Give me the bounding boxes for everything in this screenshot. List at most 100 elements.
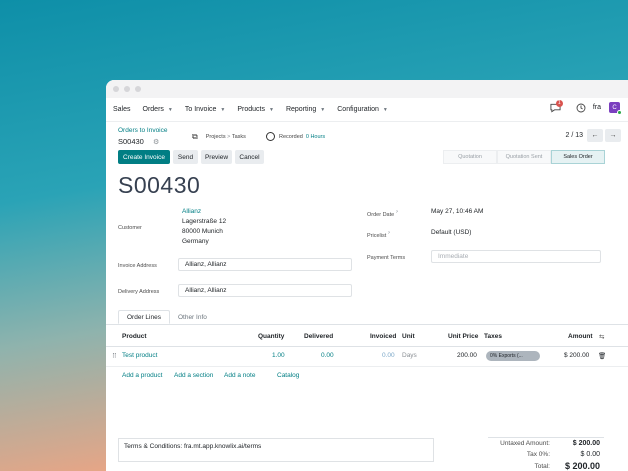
cancel-button[interactable]: Cancel [235,150,264,164]
delivery-address-value: Allianz, Allianz [185,287,227,294]
help-tooltip-icon[interactable]: ? [388,230,390,235]
window-minimize-dot[interactable] [124,86,130,92]
totals-top-divider [488,437,604,438]
recorded-label: Recorded [279,133,303,140]
delivery-address-label: Delivery Address [118,289,160,295]
pricelist-value[interactable]: Default (USD) [431,229,471,236]
menu-sales[interactable]: Sales [113,106,131,113]
column-header-quantity[interactable]: Quantity [258,333,284,340]
drag-handle-icon[interactable]: ⠿ [112,352,117,360]
customer-name-link[interactable]: Allianz [182,208,201,215]
window-maximize-dot[interactable] [135,86,141,92]
column-header-unit-price[interactable]: Unit Price [448,333,478,340]
pager-value[interactable]: 2 / 13 [565,132,583,139]
customer-address-line1: Lagerstraße 12 [182,218,227,225]
order-date-label: Order Date ? [367,209,398,218]
menu-products[interactable]: Products ▼ [237,106,274,113]
add-section-link[interactable]: Add a section [174,372,213,379]
create-invoice-button[interactable]: Create Invoice [118,150,170,164]
avatar-initial: C [612,104,617,111]
menu-to-invoice[interactable]: To Invoice ▼ [185,106,225,113]
app-window: Sales Orders ▼ To Invoice ▼ Products ▼ Repo… [106,80,628,471]
breadcrumb-parent-link[interactable]: Orders to Invoice [118,127,168,134]
untaxed-amount-value: $ 200.00 [572,440,600,447]
column-header-product[interactable]: Product [122,333,147,340]
invoice-address-field[interactable]: Allianz, Allianz [178,258,352,271]
timer-icon [266,132,275,141]
total-value: $ 200.00 [564,461,600,471]
window-titlebar [106,80,628,98]
menu-reporting[interactable]: Reporting ▼ [286,106,325,113]
row-delivered[interactable]: 0.00 [321,352,334,359]
recorded-hours-value: 0 Hours [305,133,326,140]
systray: 1 fra C [550,99,622,115]
catalog-link[interactable]: Catalog [277,372,299,379]
order-date-value[interactable]: May 27, 10:46 AM [431,208,483,215]
row-invoiced: 0.00 [382,352,395,359]
messages-button[interactable]: 1 [550,99,563,113]
chevron-down-icon: ▼ [320,106,326,113]
user-avatar[interactable]: C [609,102,622,115]
menu-orders[interactable]: Orders ▼ [143,106,173,113]
row-tax-tag[interactable]: 0% Exports (... [486,351,540,361]
arrow-right-icon: → [609,132,617,139]
stage-quotation-sent[interactable]: Quotation Sent [497,150,551,164]
menu-to-invoice-label: To Invoice [184,106,217,113]
customer-address-line2: 80000 Munich [182,228,223,235]
row-quantity[interactable]: 1.00 [272,352,285,359]
column-header-unit[interactable]: Unit [402,333,415,340]
pricelist-label: Pricelist ? [367,230,390,239]
tab-divider [106,324,628,325]
activity-clock-icon[interactable] [576,103,586,113]
order-date-label-text: Order Date [367,211,395,218]
menu-orders-label: Orders [142,106,164,113]
total-label: Total: [534,463,550,470]
row-unit-price[interactable]: 200.00 [457,352,477,359]
language-switcher[interactable]: fra [593,104,601,111]
add-product-link[interactable]: Add a product [122,372,162,379]
message-count-badge: 1 [555,99,563,107]
tax-value: $ 0.00 [580,451,600,458]
status-bar: Quotation Quotation Sent Sales Order [443,150,605,164]
form-sheet: S00430 Customer Allianz Lagerstraße 12 8… [106,170,628,470]
send-button[interactable]: Send [173,150,198,164]
column-header-taxes[interactable]: Taxes [484,333,502,340]
tab-other-info[interactable]: Other Info [170,310,215,324]
tasks-label: Tasks [231,134,246,140]
payment-terms-placeholder: Immediate [438,253,469,260]
untaxed-amount-label: Untaxed Amount: [500,440,550,447]
chevron-down-icon: ▼ [382,106,388,113]
tax-label: Tax 0%: [526,451,550,458]
column-header-amount[interactable]: Amount [568,333,593,340]
recorded-hours-smart-button[interactable]: Recorded 0 Hours [266,132,325,141]
delivery-address-field[interactable]: Allianz, Allianz [178,284,352,297]
payment-terms-label: Payment Terms [367,255,406,261]
tab-order-lines[interactable]: Order Lines [118,310,170,324]
notebook-tabs: Order Lines Other Info [118,310,215,324]
column-header-delivered[interactable]: Delivered [304,333,333,340]
menu-configuration-label: Configuration [337,106,379,113]
customer-label: Customer [118,225,142,231]
pager-previous-button[interactable]: ← [587,129,603,142]
trash-icon[interactable]: 🗑 [598,352,606,360]
help-tooltip-icon[interactable]: ? [396,209,398,214]
pager-next-button[interactable]: → [605,129,621,142]
optional-columns-toggle-icon[interactable]: ⇆ [599,333,604,341]
record-title: S00430 [118,172,201,198]
add-note-link[interactable]: Add a note [224,372,255,379]
projects-smart-button[interactable]: ⧉ Projects > Tasks [192,132,246,142]
customer-address-line3: Germany [182,238,209,245]
window-close-dot[interactable] [113,86,119,92]
gear-icon[interactable]: ⚙ [153,138,159,146]
preview-button[interactable]: Preview [201,150,232,164]
terms-and-conditions-field[interactable]: Terms & Conditions: fra.mt.app.knowlix.a… [118,438,434,462]
payment-terms-field[interactable]: Immediate [431,250,601,263]
column-header-invoiced[interactable]: Invoiced [370,333,396,340]
stage-quotation[interactable]: Quotation [443,150,497,164]
invoice-address-label: Invoice Address [118,263,157,269]
row-unit[interactable]: Days [402,352,417,359]
menu-configuration[interactable]: Configuration ▼ [337,106,388,113]
row-product[interactable]: Test product [122,352,157,359]
row-divider [106,366,628,367]
stage-sales-order[interactable]: Sales Order [551,150,605,164]
